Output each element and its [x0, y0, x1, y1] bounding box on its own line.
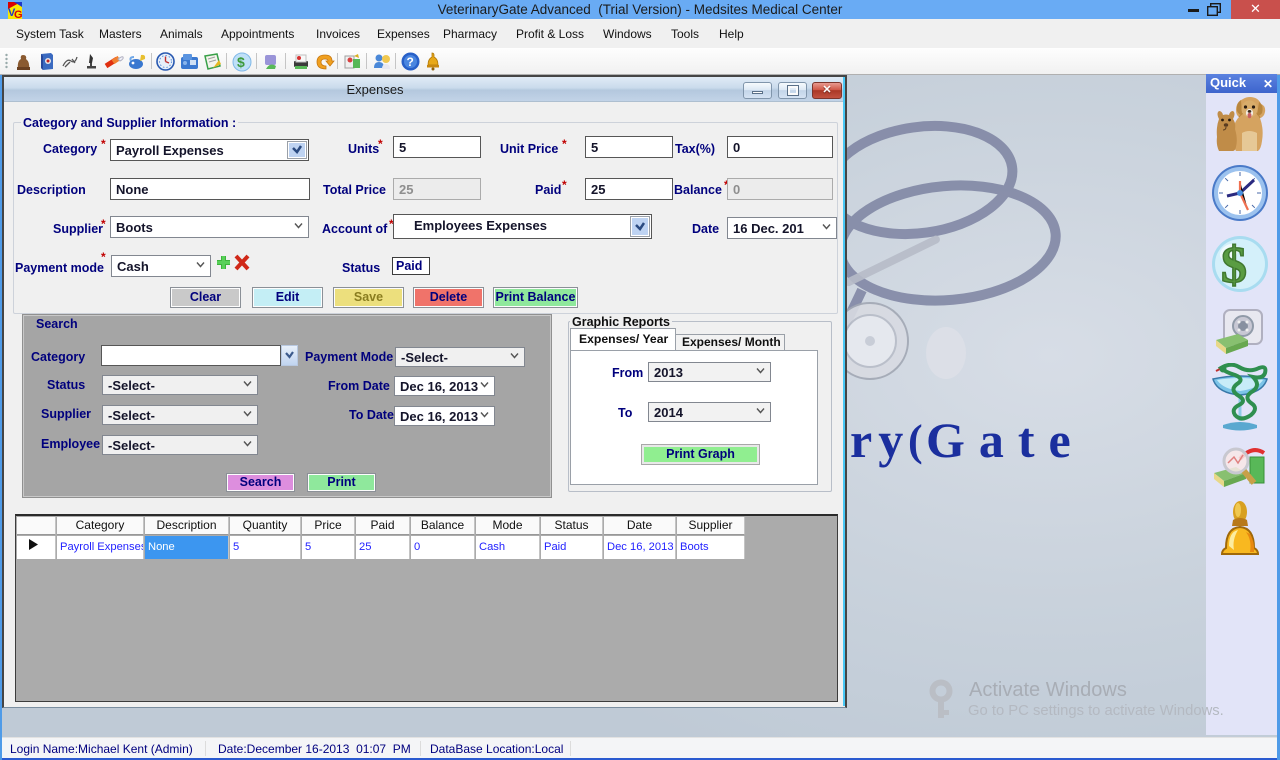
svg-text:?: ? — [407, 55, 414, 69]
svg-text:$: $ — [237, 54, 245, 70]
svg-text:G: G — [14, 9, 22, 19]
svg-text:$: $ — [1221, 237, 1247, 294]
